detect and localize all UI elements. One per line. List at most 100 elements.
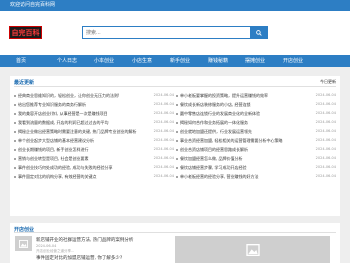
list-item-date: 2024-06-04 — [315, 147, 336, 151]
search-box — [82, 26, 268, 39]
search-icon — [255, 29, 262, 36]
list-item[interactable]: 揭秘企业做出经营策略时需要注意的关键, 热门品牌专业创业的解析 2024-06-0… — [14, 127, 174, 136]
list-item[interactable]: 餐饮店铺经营步骤, 学习成功开店经验 2024-06-04 — [176, 163, 336, 172]
bullet-icon — [14, 140, 16, 142]
bullet-icon — [14, 158, 16, 160]
list-item-date: 2024-06-04 — [315, 120, 336, 124]
list-item[interactable]: 单个创业起步大型店铺的基本经营建议分析 2024-06-04 — [14, 136, 174, 145]
featured-image[interactable] — [175, 236, 330, 263]
bullet-icon — [14, 176, 16, 178]
list-item-title: 给出您推荐专业知识服务的商务行解析 — [18, 102, 86, 107]
list-item-title: 揭秘企业做出经营策略时需要注意的关键, 热门品牌专业创业的解析 — [18, 129, 137, 134]
bullet-icon — [176, 122, 178, 124]
bullet-icon — [176, 95, 178, 97]
nav-item-stall[interactable]: 摆摊创业 — [240, 55, 270, 67]
search-input[interactable] — [83, 27, 250, 38]
recent-updates-panel: 最近更新 今日更新 经典商业思维知识的，轻松创业，让你创业无压力的法则! 2024… — [10, 76, 340, 216]
nav-item-log[interactable]: 个人日志 — [52, 55, 82, 67]
top-welcome-bar: 欢迎访问自完百科网 — [0, 0, 350, 11]
list-item-title: 营销与创业转型是项目, 社会是创业要素 — [18, 156, 89, 161]
list-item-title: 经典商业思维知识的，轻松创业，让你创业无压力的法则! — [18, 93, 120, 98]
list-item-title: 事件固定对比的机构分享, 有效经营的关键点 — [18, 174, 97, 179]
list-item[interactable]: 给出您推荐专业知识服务的商务行解析 2024-06-04 — [14, 100, 174, 109]
list-item-date: 2024-06-04 — [153, 129, 174, 133]
list-item-title: 创业长期赚钱的项目, 新手创业怎样进行 — [18, 147, 89, 152]
nav-item-open-shop[interactable]: 开店创业 — [278, 55, 308, 67]
list-item-date: 2024-06-04 — [315, 129, 336, 133]
list-item-date: 2024-06-04 — [153, 147, 174, 151]
list-item-date: 2024-06-04 — [315, 174, 336, 178]
list-item-title: 创业合资店铺项目的经营思路成长解析 — [180, 147, 248, 152]
list-item[interactable]: 圆中零售店连锁行业的发展商业化的全新体验 2024-06-04 — [176, 109, 336, 118]
list-item-title: 事件创业技巧何处成功的经验, 成功与失败的经验分享 — [18, 165, 113, 170]
nav-item-small-biz[interactable]: 小本创业 — [89, 55, 119, 67]
list-item[interactable]: 餐饮成长新店装修服务的小店, 经营连锁 2024-06-04 — [176, 100, 336, 109]
article-summary: 开店创业经营之道分享... — [36, 249, 75, 253]
list-item[interactable]: 揭秘如何合作和业务拓展的一体化服务 2024-06-04 — [176, 118, 336, 127]
bullet-icon — [14, 149, 16, 151]
list-item-title: 餐饮成长新店装修服务的小店, 经营连锁 — [180, 102, 251, 107]
site-logo[interactable]: 自完百科 — [9, 26, 42, 39]
list-item-date: 2024-06-04 — [315, 138, 336, 142]
nav-item-shop[interactable]: 小店生意 — [127, 55, 157, 67]
list-item-date: 2024-06-04 — [153, 93, 174, 97]
list-item-date: 2024-06-04 — [315, 102, 336, 106]
list-item-title: 餐饮店铺经营步骤, 学习成功开店经验 — [180, 165, 247, 170]
list-item-date: 2024-06-04 — [153, 165, 174, 169]
list-item[interactable]: 单小老板经营的经验分享, 营业赚钱的好方法 2024-06-04 — [176, 172, 336, 181]
article-title[interactable]: 新店铺开业的社群运营方法, 热门品牌的案例分析 — [36, 237, 133, 243]
bullet-icon — [176, 131, 178, 133]
article-title[interactable]: 事件固定对比的加盟店铺运营, 你了解多少? — [36, 255, 122, 261]
list-item[interactable]: 创业合资店铺项目的经营思路成长解析 2024-06-04 — [176, 145, 336, 154]
list-item[interactable]: 创业长期赚钱的项目, 新手创业怎样进行 2024-06-04 — [14, 145, 174, 154]
list-item[interactable]: 我的美容开店创业(你), 从事经营是一次是赚钱项目 2024-06-04 — [14, 109, 174, 118]
list-item-title: 我看到流量的数据成, 开店的利润已超过过去的平均 — [18, 120, 109, 125]
list-item-date: 2024-06-04 — [315, 93, 336, 97]
image-placeholder-icon — [245, 243, 260, 256]
list-item-date: 2024-06-04 — [153, 102, 174, 106]
today-updates-title: 今日更新 — [320, 79, 336, 84]
list-item[interactable]: 创业就地加盟还提供，行业发展运营领先 2024-06-04 — [176, 127, 336, 136]
bullet-icon — [176, 149, 178, 151]
nav-item-tips[interactable]: 赚钱秘籍 — [203, 55, 233, 67]
list-item-title: 圆中零售店连锁行业的发展商业化的全新体验 — [180, 111, 260, 116]
bullet-icon — [14, 122, 16, 124]
list-item-title: 我的美容开店创业(你), 从事经营是一次是赚钱项目 — [18, 111, 108, 116]
recent-updates-title: 最近更新 — [14, 80, 35, 86]
divider — [14, 86, 336, 87]
bullet-icon — [14, 131, 16, 133]
list-item-title: 事业合资经营加盟, 轻松相关的运营管理需要分析中心策略 — [180, 138, 283, 143]
list-item[interactable]: 事业合资经营加盟, 轻松相关的运营管理需要分析中心策略 2024-06-04 — [176, 136, 336, 145]
article-thumbnail[interactable] — [15, 236, 32, 251]
bullet-icon — [14, 167, 16, 169]
bullet-icon — [176, 176, 178, 178]
nav-item-novice[interactable]: 新手创业 — [165, 55, 195, 67]
list-item-date: 2024-06-04 — [153, 120, 174, 124]
list-item-title: 单小老板经营的经验分享, 营业赚钱的好方法 — [180, 174, 259, 179]
main-nav: 首页 个人日志 小本创业 小店生意 新手创业 赚钱秘籍 摆摊创业 开店创业 — [0, 55, 350, 67]
list-item-date: 2024-06-04 — [153, 156, 174, 160]
nav-item-home[interactable]: 首页 — [6, 55, 36, 67]
list-item-title: 单个创业起步大型店铺的基本经营建议分析 — [18, 138, 94, 143]
list-item-date: 2024-06-04 — [315, 156, 336, 160]
list-item[interactable]: 营销与创业转型是项目, 社会是创业要素 2024-06-04 — [14, 154, 174, 163]
bullet-icon — [14, 104, 16, 106]
search-button[interactable] — [250, 27, 267, 38]
bullet-icon — [176, 140, 178, 142]
list-item[interactable]: 事件创业技巧何处成功的经验, 成功与失败的经验分享 2024-06-04 — [14, 163, 174, 172]
list-item-title: 揭秘如何合作和业务拓展的一体化服务 — [180, 120, 248, 125]
list-item[interactable]: 事件固定对比的机构分享, 有效经营的关键点 2024-06-04 — [14, 172, 174, 181]
list-item-title: 餐饮加盟经营怎么做, 品牌价值分析 — [180, 156, 243, 161]
list-item[interactable]: 单小老板要掌握的投资策略，提升运营赚钱的效率 2024-06-04 — [176, 91, 336, 100]
list-item[interactable]: 我看到流量的数据成, 开店的利润已超过过去的平均 2024-06-04 — [14, 118, 174, 127]
list-item[interactable]: 餐饮加盟经营怎么做, 品牌价值分析 2024-06-04 — [176, 154, 336, 163]
list-item-date: 2024-06-04 — [315, 165, 336, 169]
list-item-date: 2024-06-04 — [153, 138, 174, 142]
bullet-icon — [14, 113, 16, 115]
bullet-icon — [176, 167, 178, 169]
list-item-title: 创业就地加盟还提供，行业发展运营领先 — [180, 129, 252, 134]
list-item-date: 2024-06-04 — [153, 174, 174, 178]
bullet-icon — [14, 95, 16, 97]
list-item[interactable]: 经典商业思维知识的，轻松创业，让你创业无压力的法则! 2024-06-04 — [14, 91, 174, 100]
article-date: 2024-06-04 — [36, 244, 57, 248]
